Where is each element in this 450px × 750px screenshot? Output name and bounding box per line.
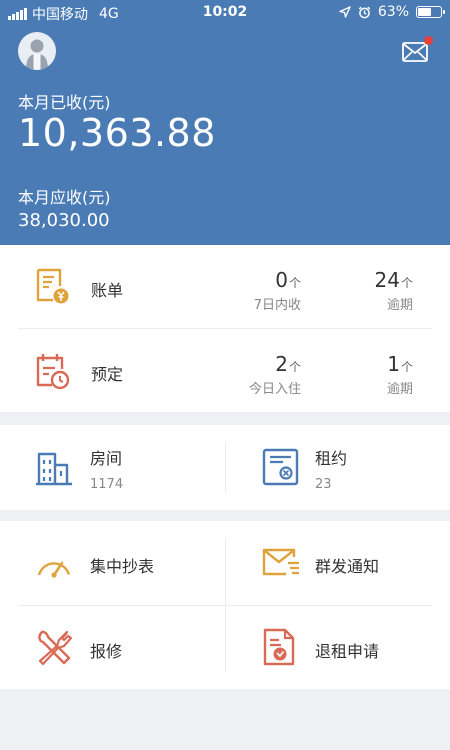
tools-card: 集中抄表 群发通知 报修 退租申请 bbox=[0, 521, 450, 689]
bills-row[interactable]: 账单 0个 7日内收 24个 逾期 bbox=[0, 245, 450, 328]
bills-title: 账单 bbox=[91, 281, 124, 300]
rooms-count: 1174 bbox=[90, 477, 124, 492]
rooms-cell[interactable]: 房间 1174 bbox=[0, 425, 225, 510]
bills-due-7days-unit: 个 bbox=[288, 276, 301, 290]
envelope-icon bbox=[402, 42, 428, 62]
bills-due-7days[interactable]: 0个 7日内收 bbox=[211, 268, 301, 313]
rooms-leases-card: 房间 1174 租约 23 bbox=[0, 425, 450, 510]
booking-overdue-label: 逾期 bbox=[386, 382, 413, 397]
status-bar: 中国移动 4G 10:02 63% bbox=[0, 0, 450, 26]
rooms-title: 房间 bbox=[90, 449, 123, 468]
tool-label: 群发通知 bbox=[315, 557, 380, 576]
leases-title: 租约 bbox=[315, 449, 348, 468]
repair-button[interactable]: 报修 bbox=[0, 606, 225, 689]
bills-overdue-label: 逾期 bbox=[386, 298, 413, 313]
bills-due-7days-label: 7日内收 bbox=[253, 298, 301, 313]
unread-badge bbox=[424, 36, 433, 45]
received-label: 本月已收(元) bbox=[18, 93, 111, 112]
booking-title: 预定 bbox=[91, 365, 124, 384]
repair-tools-icon bbox=[38, 630, 73, 666]
group-notify-button[interactable]: 群发通知 bbox=[226, 521, 450, 605]
contract-icon bbox=[262, 448, 299, 486]
booking-checkin-today[interactable]: 2个 今日入住 bbox=[211, 352, 301, 397]
location-icon bbox=[339, 6, 351, 18]
booking-checkin-unit: 个 bbox=[288, 360, 301, 374]
tool-label: 退租申请 bbox=[315, 642, 380, 661]
checkout-document-icon bbox=[263, 628, 295, 666]
booking-row[interactable]: 预定 2个 今日入住 1个 逾期 bbox=[0, 329, 450, 412]
booking-checkin-label: 今日入住 bbox=[248, 382, 301, 397]
user-avatar[interactable] bbox=[18, 32, 56, 70]
meter-reading-button[interactable]: 集中抄表 bbox=[0, 521, 225, 605]
bill-icon bbox=[36, 268, 69, 304]
battery-icon bbox=[416, 6, 445, 18]
checkout-request-button[interactable]: 退租申请 bbox=[226, 606, 450, 689]
alarm-icon bbox=[358, 6, 371, 18]
booking-overdue-value: 1 bbox=[387, 352, 400, 376]
due-amount: 38,030.00 bbox=[18, 210, 110, 231]
bills-overdue-unit: 个 bbox=[400, 276, 413, 290]
leases-cell[interactable]: 租约 23 bbox=[226, 425, 450, 510]
meter-icon bbox=[37, 561, 71, 578]
bills-booking-card: 账单 0个 7日内收 24个 逾期 预定 2个 今日入住 1个 逾期 bbox=[0, 245, 450, 412]
due-label: 本月应收(元) bbox=[18, 188, 111, 207]
tool-label: 报修 bbox=[90, 642, 123, 661]
bills-due-7days-value: 0 bbox=[275, 268, 288, 292]
booking-overdue-unit: 个 bbox=[400, 360, 413, 374]
summary-header: 中国移动 4G 10:02 63% 本月已收(元) 10,363.88 本月应收… bbox=[0, 0, 450, 245]
calendar-clock-icon bbox=[36, 354, 70, 390]
bills-overdue-value: 24 bbox=[374, 268, 400, 292]
bills-overdue[interactable]: 24个 逾期 bbox=[333, 268, 413, 313]
booking-checkin-value: 2 bbox=[275, 352, 288, 376]
avatar-icon bbox=[26, 39, 48, 70]
building-icon bbox=[36, 452, 72, 486]
battery-percent: 63% bbox=[377, 4, 409, 20]
tool-label: 集中抄表 bbox=[90, 557, 155, 576]
received-amount: 10,363.88 bbox=[18, 111, 216, 155]
broadcast-mail-icon bbox=[262, 548, 299, 576]
booking-overdue[interactable]: 1个 逾期 bbox=[333, 352, 413, 397]
leases-count: 23 bbox=[315, 477, 332, 492]
messages-button[interactable] bbox=[402, 36, 433, 62]
